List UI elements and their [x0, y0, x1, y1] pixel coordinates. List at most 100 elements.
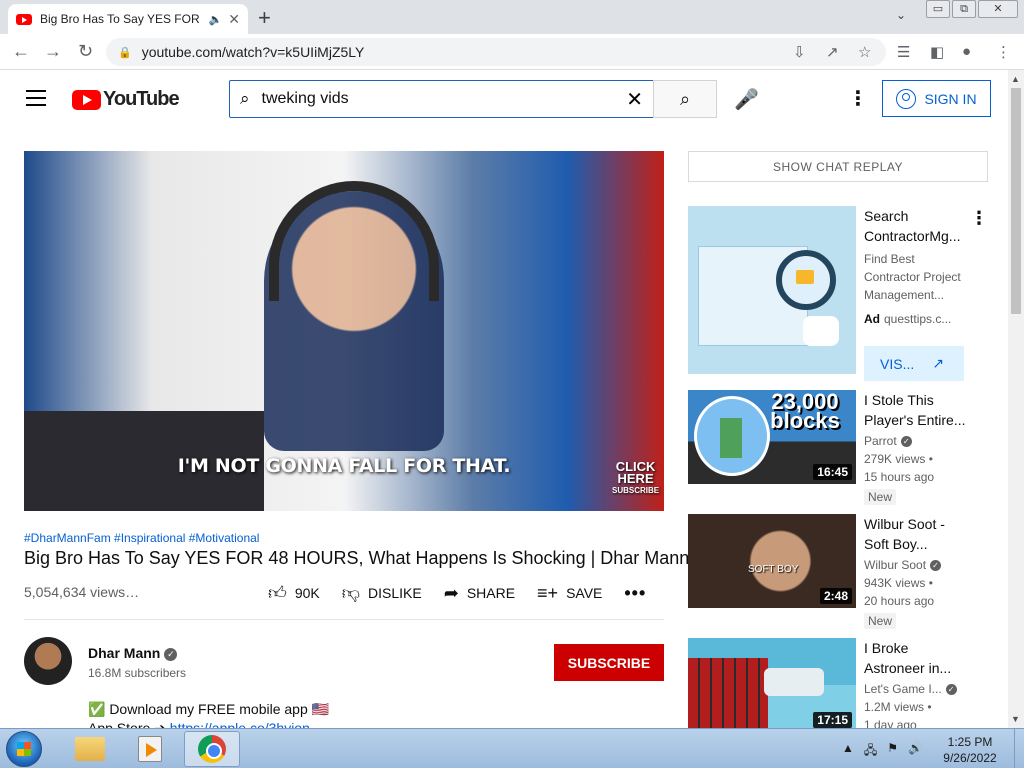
- browser-tab[interactable]: Big Bro Has To Say YES FOR 🔈 ✕: [8, 4, 248, 34]
- like-button[interactable]: 👍︎ 90K: [268, 582, 320, 604]
- video-caption: I'M NOT GONNA FALL FOR THAT.: [177, 455, 511, 477]
- thumb-tnt-blocks: [688, 658, 768, 728]
- media-controls-icon[interactable]: ☰: [897, 43, 910, 61]
- video-thumbnail[interactable]: SOFT BOY 2:48: [688, 514, 856, 608]
- sign-in-button[interactable]: SIGN IN: [882, 80, 991, 117]
- clear-search-icon[interactable]: ✕: [626, 87, 643, 112]
- recommendation-channel-row: Let's Game I... ✓: [864, 682, 957, 696]
- recommendation-title[interactable]: I Broke Astroneer in...: [864, 638, 968, 678]
- recommendation-views: 1.2M views •: [864, 700, 932, 714]
- back-button[interactable]: ←: [12, 41, 30, 62]
- subscribe-button[interactable]: SUBSCRIBE: [554, 644, 664, 681]
- video-hashtags[interactable]: #DharMannFam #Inspirational #Motivationa…: [24, 531, 259, 545]
- tray-expand-icon[interactable]: ▲: [842, 741, 854, 762]
- minimize-button[interactable]: ▭: [926, 0, 950, 18]
- recommendation-title[interactable]: I Stole This Player's Entire...: [864, 390, 968, 430]
- recommendation-item[interactable]: 23,000 blocks 16:45 I Stole This Player'…: [688, 390, 988, 514]
- subscriber-count: 16.8M subscribers: [88, 666, 187, 680]
- description-link[interactable]: https://apple.co/3hvjon: [170, 720, 310, 728]
- reload-button[interactable]: ↻: [78, 41, 93, 62]
- search-input[interactable]: ⌕ tweking vids ✕: [229, 80, 654, 118]
- bookmark-star-icon[interactable]: ☆: [858, 43, 871, 61]
- thumbs-down-icon: 👎︎: [341, 583, 361, 603]
- playlist-add-icon: ≡+: [537, 582, 559, 603]
- page-scrollbar[interactable]: ▲ ▼: [1008, 70, 1024, 728]
- forward-button[interactable]: →: [44, 41, 62, 62]
- close-window-button[interactable]: ✕: [978, 0, 1018, 18]
- recommendation-age: 1 day ago: [864, 718, 917, 728]
- recommendation-age: 20 hours ago: [864, 594, 935, 608]
- ad-domain: questtips.c...: [884, 312, 952, 326]
- scrollbar-thumb[interactable]: [1011, 88, 1021, 314]
- video-actions: 👍︎ 90K 👎︎ DISLIKE ➦ SHARE ≡+ SAVE •••: [268, 582, 646, 604]
- video-title: Big Bro Has To Say YES FOR 48 HOURS, Wha…: [24, 548, 690, 568]
- taskbar-clock[interactable]: 1:25 PM 9/26/2022: [930, 734, 1010, 766]
- browser-menu-icon[interactable]: ⋮: [996, 43, 1011, 61]
- youtube-logo[interactable]: YouTube: [72, 88, 180, 111]
- new-badge: New: [864, 613, 897, 629]
- tab-close-icon[interactable]: ✕: [228, 11, 240, 28]
- more-actions-icon[interactable]: •••: [624, 583, 646, 604]
- tab-search-icon[interactable]: ⌄: [896, 8, 906, 22]
- taskbar-chrome[interactable]: [184, 731, 240, 767]
- verified-icon: ✓: [164, 647, 178, 661]
- ad-thumbnail[interactable]: [688, 206, 856, 374]
- ad-more-icon[interactable]: ⋮: [970, 208, 988, 229]
- install-icon[interactable]: ⇩: [793, 43, 806, 61]
- share-button[interactable]: ➦ SHARE: [444, 583, 515, 604]
- scroll-up-icon[interactable]: ▲: [1011, 74, 1020, 84]
- scroll-down-icon[interactable]: ▼: [1011, 714, 1020, 724]
- recommendation-title[interactable]: Wilbur Soot - Soft Boy...: [864, 514, 968, 554]
- show-desktop-button[interactable]: [1014, 729, 1024, 768]
- description-prefix: App Store ➔: [88, 720, 170, 728]
- video-duration: 2:48: [819, 588, 852, 604]
- share-page-icon[interactable]: ↗: [826, 43, 839, 61]
- taskbar-explorer[interactable]: [62, 731, 118, 767]
- channel-avatar[interactable]: [24, 637, 72, 685]
- media-player-icon: [138, 736, 162, 762]
- volume-icon[interactable]: 🔊: [908, 741, 923, 762]
- side-panel-icon[interactable]: ◧: [930, 43, 944, 61]
- hamburger-menu-icon[interactable]: [26, 90, 46, 106]
- channel-name-row[interactable]: Dhar Mann ✓: [88, 645, 178, 661]
- view-count[interactable]: 5,054,634 views…: [24, 584, 139, 600]
- divider: [24, 619, 664, 620]
- window-controls: ▭ ⧉ ✕: [926, 0, 1018, 18]
- save-label: SAVE: [566, 585, 603, 601]
- show-chat-replay-button[interactable]: SHOW CHAT REPLAY: [688, 151, 988, 182]
- lock-icon[interactable]: 🔒: [118, 46, 132, 59]
- visit-site-button[interactable]: VIS... ↗: [864, 346, 964, 381]
- recommendation-channel-row: Parrot ✓: [864, 434, 912, 448]
- start-button[interactable]: [6, 731, 42, 767]
- profile-icon[interactable]: ●: [962, 43, 971, 60]
- recommendation-item[interactable]: 17:15 I Broke Astroneer in... Let's Game…: [688, 638, 988, 728]
- subscribe-overlay[interactable]: CLICK HERE SUBSCRIBE: [612, 460, 659, 497]
- ad-title[interactable]: Search ContractorMg...: [864, 206, 964, 246]
- verified-icon: ✓: [900, 436, 912, 448]
- action-center-flag-icon[interactable]: ⚑: [887, 741, 898, 762]
- video-thumbnail[interactable]: 17:15: [688, 638, 856, 728]
- recommendation-age: 15 hours ago: [864, 470, 935, 484]
- taskbar-media-player[interactable]: [122, 731, 178, 767]
- new-tab-button[interactable]: +: [258, 5, 271, 31]
- dislike-button[interactable]: 👎︎ DISLIKE: [342, 582, 422, 604]
- restore-button[interactable]: ⧉: [952, 0, 976, 18]
- video-thumbnail[interactable]: 23,000 blocks 16:45: [688, 390, 856, 484]
- save-button[interactable]: ≡+ SAVE: [537, 583, 602, 604]
- network-icon[interactable]: 🖧: [864, 741, 877, 762]
- tab-title: Big Bro Has To Say YES FOR: [40, 12, 200, 26]
- address-bar[interactable]: 🔒 youtube.com/watch?v=k5UIiMjZ5LY: [106, 38, 886, 66]
- search-button[interactable]: ⌕: [653, 80, 717, 118]
- channel-name[interactable]: Dhar Mann: [88, 645, 160, 661]
- verified-icon: ✓: [945, 684, 957, 696]
- recommendation-views: 943K views •: [864, 576, 933, 590]
- search-query[interactable]: tweking vids: [262, 90, 627, 108]
- recommendation-item[interactable]: SOFT BOY 2:48 Wilbur Soot - Soft Boy... …: [688, 514, 988, 638]
- microphone-icon[interactable]: 🎤: [734, 87, 759, 112]
- search-icon: ⌕: [679, 88, 691, 109]
- settings-more-icon[interactable]: ⋮: [848, 86, 868, 111]
- recommendation-channel: Wilbur Soot: [864, 558, 927, 572]
- speaker-icon[interactable]: 🔈: [209, 13, 223, 26]
- thumbs-up-icon: 👍︎: [268, 583, 287, 603]
- video-player[interactable]: I'M NOT GONNA FALL FOR THAT. CLICK HERE …: [24, 151, 664, 511]
